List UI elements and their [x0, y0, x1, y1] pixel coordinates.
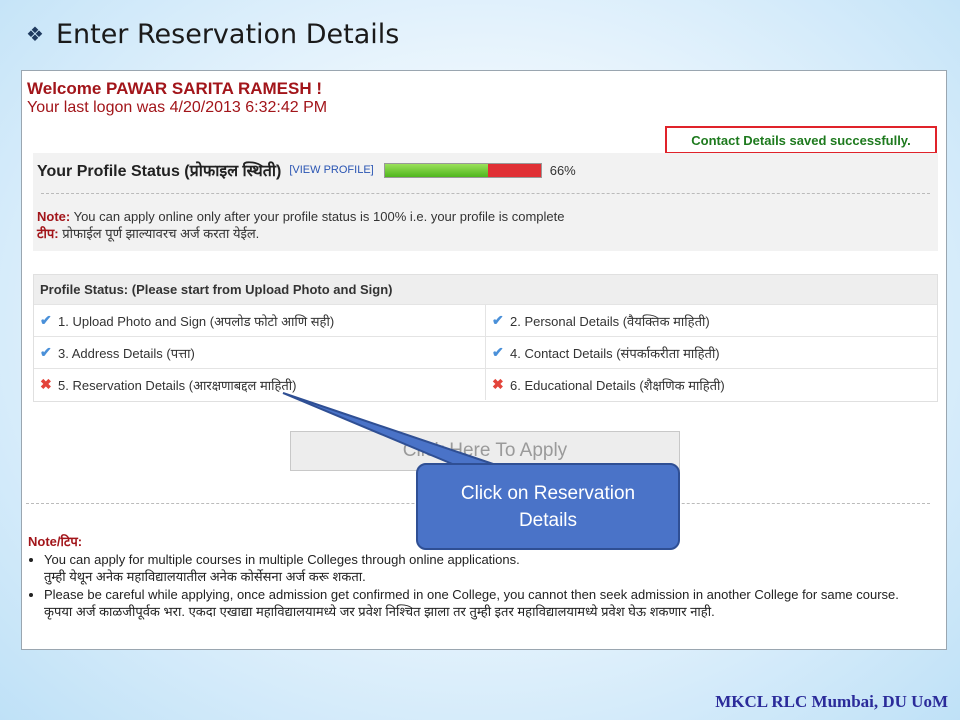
- slide-footer: MKCL RLC Mumbai, DU UoM: [715, 692, 948, 711]
- divider: [41, 193, 930, 194]
- profile-progress-fill: [384, 163, 488, 177]
- profile-status-title: Your Profile Status (प्रोफाइल स्थिती): [37, 163, 282, 180]
- profile-progress-bar: [383, 162, 542, 178]
- check-icon: ✔: [40, 344, 52, 360]
- bottom-note-en: You can apply for multiple courses in mu…: [44, 552, 520, 567]
- status-item-personal-details[interactable]: ✔ 2. Personal Details (वैयक्तिक माहिती): [486, 304, 937, 336]
- check-icon: ✔: [492, 344, 504, 360]
- cross-icon: ✖: [40, 376, 52, 392]
- profile-status-box: Your Profile Status (प्रोफाइल स्थिती) [V…: [33, 153, 938, 251]
- bottom-note-item: You can apply for multiple courses in mu…: [44, 551, 943, 585]
- note-marathi-label: टीप:: [37, 226, 59, 241]
- screenshot-frame: Welcome PAWAR SARITA RAMESH ! Your last …: [21, 70, 947, 650]
- diamond-bullet-icon: ❖: [26, 22, 44, 46]
- status-item-label[interactable]: 1. Upload Photo and Sign (अपलोड फोटो आणि…: [58, 312, 334, 330]
- check-icon: ✔: [492, 312, 504, 328]
- bottom-note-item: Please be careful while applying, once a…: [44, 586, 943, 620]
- status-item-educational-details[interactable]: ✖ 6. Educational Details (शैक्षणिक माहिती…: [486, 368, 937, 400]
- note-marathi-text: प्रोफाईल पूर्ण झाल्यावरच अर्ज करता येईल.: [58, 226, 260, 241]
- slide-title: ❖ Enter Reservation Details: [26, 14, 399, 54]
- bottom-note-list: You can apply for multiple courses in mu…: [28, 551, 943, 620]
- status-item-label[interactable]: 5. Reservation Details (आरक्षणाबद्दल माह…: [58, 376, 296, 394]
- status-grid: ✔ 1. Upload Photo and Sign (अपलोड फोटो आण…: [34, 304, 937, 400]
- profile-status-line: Your Profile Status (प्रोफाइल स्थिती) [V…: [37, 159, 576, 181]
- status-item-upload-photo[interactable]: ✔ 1. Upload Photo and Sign (अपलोड फोटो आण…: [34, 304, 486, 336]
- view-profile-link[interactable]: [VIEW PROFILE]: [289, 164, 373, 176]
- profile-note: Note: You can apply online only after yo…: [37, 208, 565, 242]
- bottom-note-en: Please be careful while applying, once a…: [44, 587, 899, 602]
- status-item-label[interactable]: 2. Personal Details (वैयक्तिक माहिती): [510, 312, 710, 330]
- bottom-note-mr: कृपया अर्ज काळजीपूर्वक भरा. एकदा एखाद्या…: [44, 604, 715, 619]
- status-item-label[interactable]: 4. Contact Details (संपर्काकरीता माहिती): [510, 344, 720, 362]
- note-text: You can apply online only after your pro…: [70, 209, 565, 224]
- cross-icon: ✖: [492, 376, 504, 392]
- status-item-address-details[interactable]: ✔ 3. Address Details (पत्ता): [34, 336, 486, 368]
- bottom-note-mr: तुम्ही येथून अनेक महाविद्यालयातील अनेक क…: [44, 569, 366, 584]
- profile-status-table: Profile Status: (Please start from Uploa…: [33, 274, 938, 402]
- check-icon: ✔: [40, 312, 52, 328]
- slide-title-text: Enter Reservation Details: [55, 18, 400, 50]
- callout-box: Click on Reservation Details: [416, 463, 680, 550]
- welcome-greeting: Welcome PAWAR SARITA RAMESH !: [27, 79, 323, 98]
- status-item-reservation-details[interactable]: ✖ 5. Reservation Details (आरक्षणाबद्दल मा…: [34, 368, 486, 400]
- note-label: Note:: [37, 209, 71, 224]
- status-item-label[interactable]: 3. Address Details (पत्ता): [58, 344, 195, 362]
- profile-progress-label: 66%: [549, 162, 576, 178]
- last-logon: Your last logon was 4/20/2013 6:32:42 PM: [27, 99, 328, 116]
- success-message: Contact Details saved successfully.: [665, 126, 937, 154]
- status-item-contact-details[interactable]: ✔ 4. Contact Details (संपर्काकरीता माहिती…: [486, 336, 937, 368]
- welcome-block: Welcome PAWAR SARITA RAMESH ! Your last …: [27, 79, 327, 117]
- status-item-label[interactable]: 6. Educational Details (शैक्षणिक माहिती): [510, 376, 725, 394]
- status-table-header: Profile Status: (Please start from Uploa…: [34, 275, 937, 304]
